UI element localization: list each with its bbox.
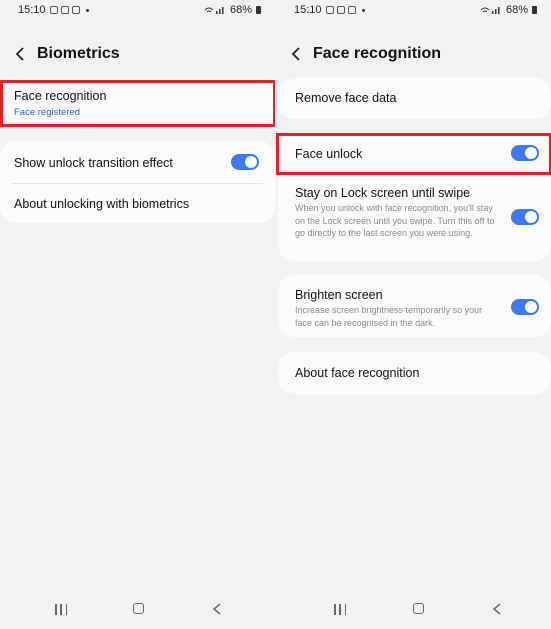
back-button[interactable] bbox=[13, 43, 27, 65]
gmail-icon bbox=[72, 6, 80, 14]
settings-card: Show unlock transition effect About unlo… bbox=[0, 141, 275, 223]
more-notifications-icon bbox=[362, 8, 365, 12]
toggle-knob bbox=[525, 211, 537, 223]
stay-lock-screen-toggle[interactable] bbox=[511, 209, 539, 225]
page-title: Face recognition bbox=[313, 45, 442, 62]
about-biometrics-item[interactable]: About unlocking with biometrics bbox=[0, 183, 275, 223]
remove-face-data-item[interactable]: Remove face data bbox=[278, 78, 551, 119]
status-bar: 15:10 68% bbox=[18, 4, 261, 18]
app-header: Biometrics bbox=[13, 43, 120, 65]
gallery-icon bbox=[337, 6, 345, 14]
navigation-bar bbox=[276, 599, 551, 621]
more-notifications-icon bbox=[86, 8, 89, 12]
brighten-screen-label: Brighten screen bbox=[295, 288, 383, 302]
back-arrow-icon bbox=[291, 47, 300, 61]
message-icon bbox=[50, 6, 58, 14]
page-title: Biometrics bbox=[37, 45, 120, 62]
toggle-knob bbox=[525, 301, 537, 313]
status-time: 15:10 bbox=[18, 4, 46, 16]
home-button[interactable] bbox=[413, 603, 424, 614]
remove-face-data-label: Remove face data bbox=[295, 91, 397, 105]
about-face-recognition-label: About face recognition bbox=[295, 366, 420, 380]
brighten-screen-desc: Increase screen brightness temporarily s… bbox=[295, 305, 483, 328]
transition-effect-label: Show unlock transition effect bbox=[14, 156, 173, 170]
face-recognition-highlight bbox=[0, 80, 275, 127]
battery-icon bbox=[256, 6, 261, 14]
gallery-icon bbox=[61, 6, 69, 14]
stay-lock-screen-item[interactable]: Stay on Lock screen until swipe When you… bbox=[278, 173, 551, 261]
app-header: Face recognition bbox=[289, 43, 441, 65]
biometrics-screen: 15:10 68% Biometrics Face recognition Fa… bbox=[0, 0, 275, 629]
home-button[interactable] bbox=[133, 603, 144, 614]
recents-button[interactable] bbox=[334, 604, 346, 615]
battery-text: 68% bbox=[505, 4, 528, 16]
toggle-knob bbox=[245, 156, 257, 168]
back-arrow-icon bbox=[15, 47, 24, 61]
message-icon bbox=[326, 6, 334, 14]
battery-icon bbox=[532, 6, 537, 14]
transition-effect-toggle[interactable] bbox=[231, 154, 259, 170]
system-icons: 68% bbox=[480, 4, 537, 16]
brighten-screen-item[interactable]: Brighten screen Increase screen brightne… bbox=[278, 275, 551, 337]
brighten-screen-toggle[interactable] bbox=[511, 299, 539, 315]
recents-button[interactable] bbox=[55, 604, 67, 615]
notification-icons bbox=[326, 6, 365, 14]
stay-lock-screen-desc: When you unlock with face recognition, y… bbox=[295, 203, 495, 238]
system-icons: 68% bbox=[204, 4, 261, 16]
notification-icons bbox=[50, 6, 89, 14]
nav-back-button[interactable] bbox=[491, 602, 503, 616]
status-time: 15:10 bbox=[294, 4, 322, 16]
face-unlock-highlight bbox=[276, 133, 551, 175]
about-face-recognition-item[interactable]: About face recognition bbox=[278, 352, 551, 394]
about-biometrics-label: About unlocking with biometrics bbox=[14, 197, 190, 211]
gmail-icon bbox=[348, 6, 356, 14]
wifi-signal-icon bbox=[204, 7, 224, 14]
stay-lock-screen-label: Stay on Lock screen until swipe bbox=[295, 186, 471, 200]
battery-text: 68% bbox=[229, 4, 252, 16]
nav-back-button[interactable] bbox=[211, 602, 223, 616]
transition-effect-item[interactable]: Show unlock transition effect bbox=[0, 141, 275, 183]
wifi-signal-icon bbox=[480, 7, 500, 14]
face-recognition-screen: 15:10 68% Face recognition Remove face d… bbox=[276, 0, 551, 629]
back-button[interactable] bbox=[289, 43, 303, 65]
navigation-bar bbox=[0, 599, 275, 621]
status-bar: 15:10 68% bbox=[294, 4, 537, 18]
